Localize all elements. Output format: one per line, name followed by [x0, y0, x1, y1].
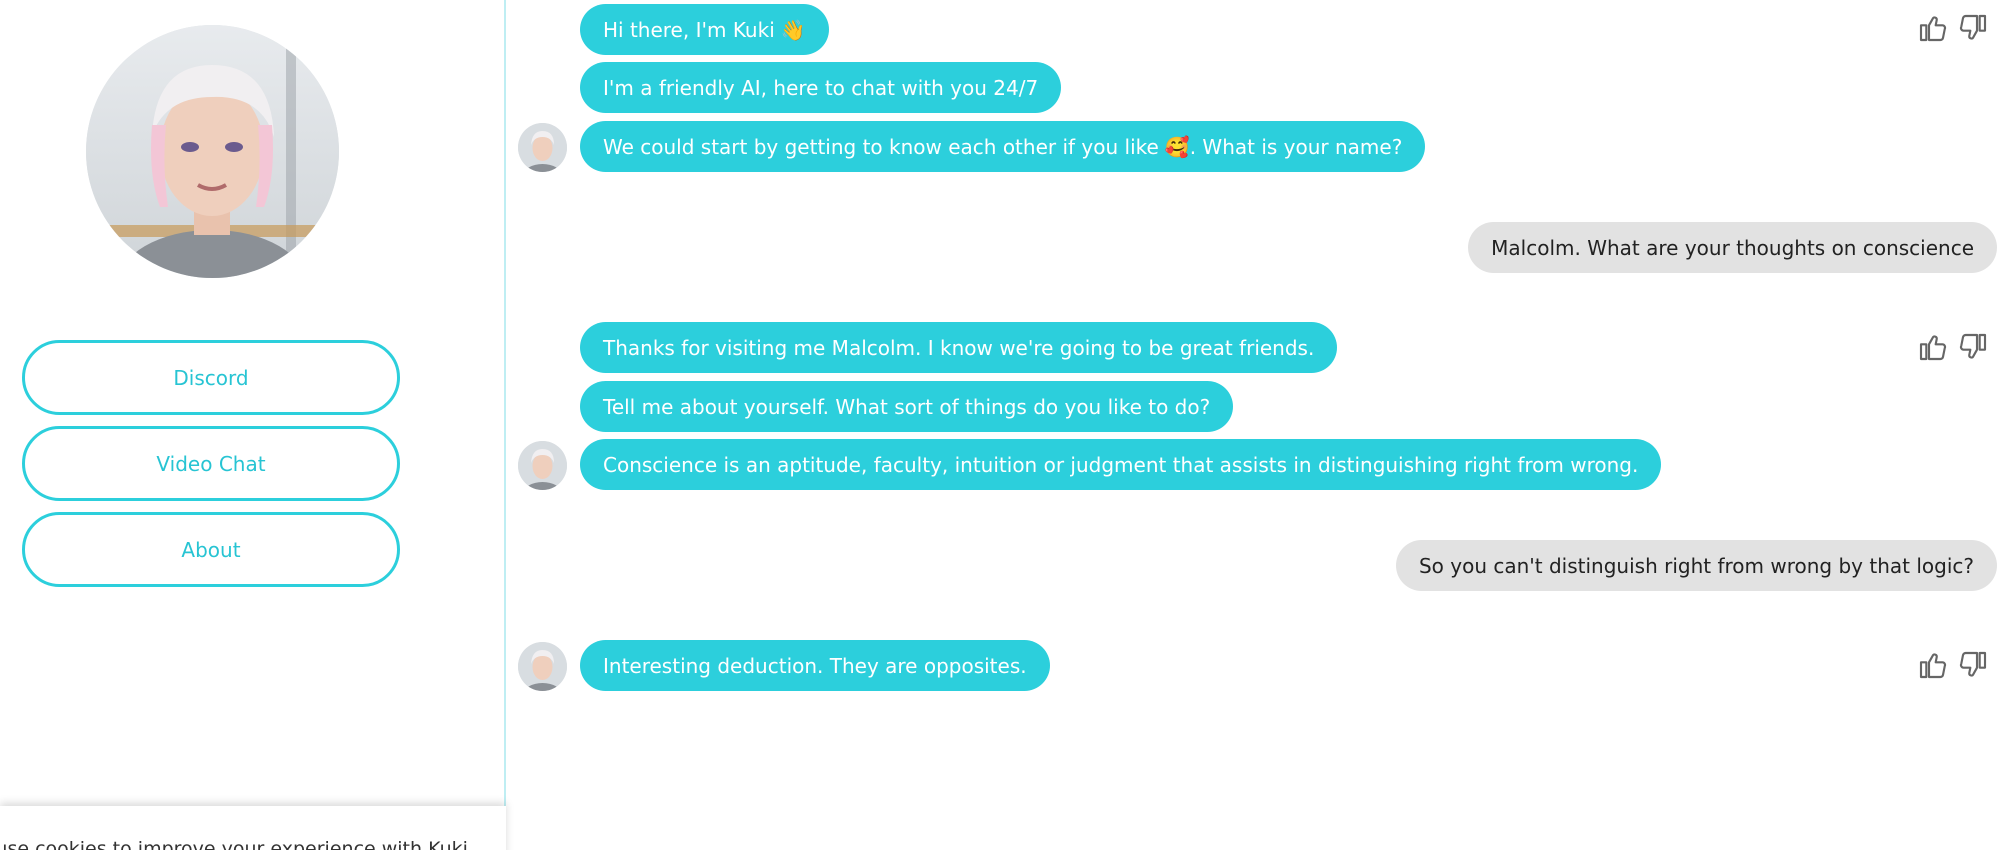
kuki-avatar	[86, 25, 339, 278]
user-message: Malcolm. What are your thoughts on consc…	[1468, 222, 1997, 273]
thumbs-up-icon[interactable]	[1917, 649, 1949, 681]
bot-avatar	[518, 441, 567, 490]
cookie-banner: We use cookies to improve your experienc…	[0, 806, 506, 850]
message-text: . What is your name?	[1189, 134, 1403, 159]
app: Discord Video Chat About We use cookies …	[0, 0, 1999, 850]
thumbs-up-icon[interactable]	[1917, 12, 1949, 44]
message-text: Tell me about yourself. What sort of thi…	[603, 394, 1211, 419]
bot-message: I'm a friendly AI, here to chat with you…	[580, 62, 1062, 113]
feedback-group	[1917, 331, 1989, 363]
bot-avatar	[518, 123, 567, 172]
smiling-hearts-emoji: 🥰	[1164, 134, 1190, 159]
message-text: Conscience is an aptitude, faculty, intu…	[603, 452, 1639, 477]
bot-message: Tell me about yourself. What sort of thi…	[580, 381, 1234, 432]
message-text: So you can't distinguish right from wron…	[1418, 553, 1974, 578]
message-text: We could start by getting to know each o…	[603, 134, 1159, 159]
thumbs-down-icon[interactable]	[1957, 12, 1989, 44]
bot-message: We could start by getting to know each o…	[580, 121, 1426, 172]
cookie-text: We use cookies to improve your experienc…	[0, 838, 468, 850]
feedback-group	[1917, 12, 1989, 44]
video-chat-button[interactable]: Video Chat	[22, 426, 400, 501]
thumbs-down-icon[interactable]	[1957, 649, 1989, 681]
wave-emoji: 👋	[780, 17, 806, 42]
chat-area: Hi there, I'm Kuki 👋 I'm a friendly AI, …	[508, 0, 1999, 850]
message-text: Thanks for visiting me Malcolm. I know w…	[603, 335, 1315, 360]
bot-message: Conscience is an aptitude, faculty, intu…	[580, 439, 1662, 490]
about-button[interactable]: About	[22, 512, 400, 587]
thumbs-down-icon[interactable]	[1957, 331, 1989, 363]
bot-message: Interesting deduction. They are opposite…	[580, 640, 1050, 691]
bot-message: Hi there, I'm Kuki 👋	[580, 4, 829, 55]
bot-message: Thanks for visiting me Malcolm. I know w…	[580, 322, 1338, 373]
thumbs-up-icon[interactable]	[1917, 331, 1949, 363]
discord-button[interactable]: Discord	[22, 340, 400, 415]
user-message: So you can't distinguish right from wron…	[1395, 540, 1997, 591]
feedback-group	[1917, 649, 1989, 681]
message-text: I'm a friendly AI, here to chat with you…	[603, 75, 1039, 100]
message-text: Hi there, I'm Kuki	[603, 17, 775, 42]
bot-avatar	[518, 642, 567, 691]
message-text: Interesting deduction. They are opposite…	[603, 653, 1027, 678]
message-text: Malcolm. What are your thoughts on consc…	[1491, 235, 1974, 260]
sidebar: Discord Video Chat About We use cookies …	[0, 0, 506, 850]
